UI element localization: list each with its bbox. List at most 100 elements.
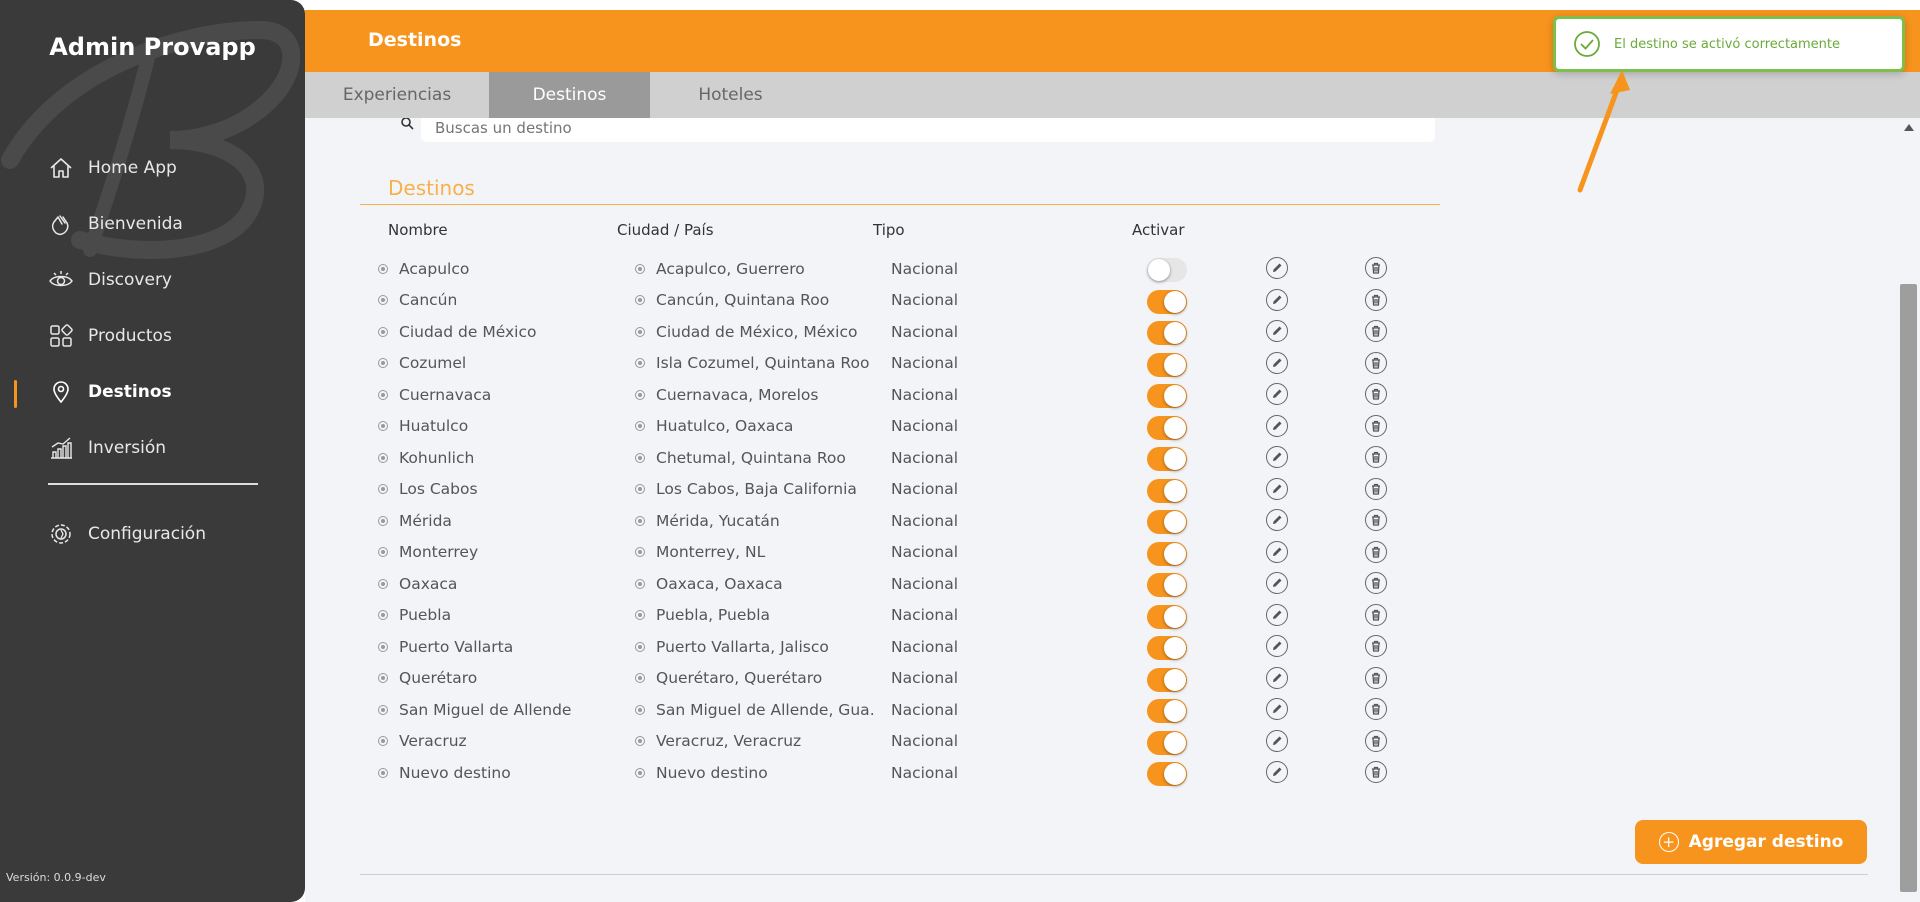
activate-toggle[interactable] [1147, 573, 1187, 597]
destination-city-cell: Chetumal, Quintana Roo [635, 442, 875, 473]
edit-pencil-icon[interactable] [1266, 635, 1288, 657]
activate-toggle[interactable] [1147, 478, 1187, 503]
destination-city-cell: Ciudad de México, México [635, 316, 875, 347]
scroll-up-arrow-icon[interactable] [1904, 124, 1914, 131]
activate-toggle[interactable] [1147, 762, 1187, 786]
delete-trash-icon[interactable] [1365, 729, 1387, 752]
activate-toggle[interactable] [1147, 289, 1187, 314]
edit-pencil-icon[interactable] [1266, 698, 1288, 720]
bullet-icon [378, 610, 388, 620]
edit-pencil-icon[interactable] [1266, 414, 1288, 437]
activate-toggle[interactable] [1147, 636, 1187, 660]
activate-toggle[interactable] [1147, 415, 1187, 440]
edit-pencil-icon[interactable] [1266, 729, 1288, 752]
edit-pencil-icon[interactable] [1266, 446, 1288, 468]
delete-trash-icon[interactable] [1365, 572, 1387, 594]
edit-pencil-icon[interactable] [1266, 477, 1288, 500]
tab-destinos[interactable]: Destinos [489, 72, 650, 118]
bullet-icon [635, 452, 645, 463]
destination-city-cell: Querétaro, Querétaro [635, 663, 875, 694]
bullet-icon [378, 704, 388, 715]
activate-toggle[interactable] [1147, 510, 1187, 534]
destination-city-cell: Veracruz, Veracruz [635, 726, 875, 757]
activate-toggle[interactable] [1147, 699, 1187, 723]
delete-trash-icon[interactable] [1365, 288, 1387, 311]
destination-city-cell: Puerto Vallarta, Jalisco [635, 631, 875, 662]
edit-pencil-icon[interactable] [1266, 383, 1288, 405]
activate-toggle[interactable] [1147, 730, 1187, 755]
edit-pencil-icon[interactable] [1266, 666, 1288, 689]
activate-toggle[interactable] [1147, 352, 1187, 377]
tab-experiencias[interactable]: Experiencias [305, 72, 489, 118]
bullet-icon [378, 421, 388, 431]
edit-pencil-icon[interactable] [1266, 603, 1288, 626]
activate-toggle[interactable] [1147, 447, 1187, 471]
toggle-knob [1164, 416, 1186, 439]
sidebar-item-home-app[interactable]: Home App [0, 140, 305, 196]
delete-trash-icon[interactable] [1365, 635, 1387, 657]
toggle-knob [1164, 637, 1186, 659]
bullet-icon [378, 326, 388, 337]
destination-tipo: Nacional [891, 543, 959, 561]
destination-name-cell: Mérida [378, 505, 598, 536]
destination-city: Cancún, Quintana Roo [656, 291, 830, 309]
activate-toggle[interactable] [1147, 384, 1187, 408]
destination-city-cell: Mérida, Yucatán [635, 505, 875, 536]
delete-trash-icon[interactable] [1365, 351, 1387, 374]
edit-pencil-icon[interactable] [1266, 509, 1288, 531]
sidebar-item-discovery[interactable]: Discovery [0, 252, 305, 308]
toggle-knob [1164, 542, 1186, 565]
delete-trash-icon[interactable] [1365, 698, 1387, 720]
scroll-thumb[interactable] [1900, 284, 1917, 892]
sidebar-item-inversion[interactable]: Inversión [0, 420, 305, 476]
activate-toggle[interactable] [1147, 258, 1187, 282]
activate-toggle[interactable] [1147, 604, 1187, 629]
sidebar-item-configuracion[interactable]: Configuración [0, 506, 305, 562]
delete-trash-icon[interactable] [1365, 666, 1387, 689]
edit-pencil-icon[interactable] [1266, 761, 1288, 783]
delete-trash-icon[interactable] [1365, 257, 1387, 279]
destination-tipo: Nacional [891, 480, 959, 498]
destination-name: Veracruz [399, 732, 467, 750]
grid-icon [48, 323, 74, 349]
add-destination-button[interactable]: + Agregar destino [1635, 820, 1867, 864]
delete-trash-icon[interactable] [1365, 383, 1387, 405]
edit-pencil-icon[interactable] [1266, 572, 1288, 594]
destination-name: Cozumel [399, 354, 467, 372]
activate-toggle[interactable] [1147, 321, 1187, 345]
destination-name: Kohunlich [399, 448, 475, 467]
destination-tipo: Nacional [891, 385, 959, 404]
page-title: Destinos [368, 29, 462, 51]
eye-icon [48, 267, 74, 293]
destination-name: Nuevo destino [399, 763, 511, 782]
delete-trash-icon[interactable] [1365, 446, 1387, 468]
delete-trash-icon[interactable] [1365, 320, 1387, 342]
tab-hoteles[interactable]: Hoteles [650, 72, 811, 118]
table-row: Los Cabos Los Cabos, Baja California Nacio… [305, 474, 1505, 505]
sidebar-item-productos[interactable]: Productos [0, 308, 305, 364]
delete-trash-icon[interactable] [1365, 761, 1387, 783]
delete-trash-icon[interactable] [1365, 414, 1387, 437]
sidebar-item-bienvenida[interactable]: Bienvenida [0, 196, 305, 252]
destination-name-cell: Oaxaca [378, 568, 598, 599]
search-input[interactable] [435, 119, 1335, 137]
edit-pencil-icon[interactable] [1266, 540, 1288, 563]
destination-name: San Miguel de Allende [399, 700, 572, 719]
bullet-icon [378, 767, 388, 778]
delete-trash-icon[interactable] [1365, 509, 1387, 531]
edit-pencil-icon[interactable] [1266, 288, 1288, 311]
activate-toggle[interactable] [1147, 667, 1187, 692]
edit-pencil-icon[interactable] [1266, 257, 1288, 279]
bullet-icon [635, 673, 645, 683]
destination-city: Mérida, Yucatán [656, 511, 780, 530]
delete-trash-icon[interactable] [1365, 540, 1387, 563]
scrollbar[interactable] [1898, 118, 1920, 902]
destination-name: Mérida [399, 511, 452, 530]
delete-trash-icon[interactable] [1365, 477, 1387, 500]
delete-trash-icon[interactable] [1365, 603, 1387, 626]
edit-pencil-icon[interactable] [1266, 320, 1288, 342]
sidebar-item-destinos[interactable]: Destinos [0, 364, 305, 420]
edit-pencil-icon[interactable] [1266, 351, 1288, 374]
destination-city: Los Cabos, Baja California [656, 480, 857, 498]
activate-toggle[interactable] [1147, 541, 1187, 566]
